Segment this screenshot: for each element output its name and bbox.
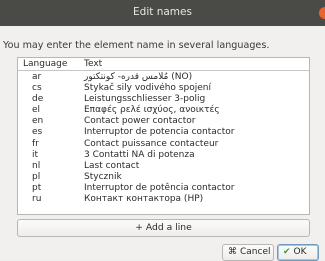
cell-text[interactable]: Контакт контактора (НР) (84, 194, 203, 205)
ok-label: OK (293, 247, 307, 257)
cell-text[interactable]: مُلامس قدره- كونتكتور (NO) (84, 72, 192, 83)
table-header: Language Text (18, 58, 309, 71)
table-row[interactable]: it 3 Contatti NA di potenza (18, 150, 309, 161)
dialog-footer: ⌘ Cancel ✔ OK (0, 241, 325, 261)
cell-text[interactable]: Επαφές ρελέ ισχύος, ανοικτές (84, 105, 220, 116)
table-row[interactable]: de Leistungsschliesser 3-polig (18, 94, 309, 105)
cell-text[interactable]: Stykač sily vodivého spojení (84, 83, 211, 94)
table-row[interactable]: en Contact power contactor (18, 116, 309, 127)
cell-language: el (32, 105, 41, 116)
title-bar: Edit names (0, 0, 325, 26)
cell-text[interactable]: Contact power contactor (84, 116, 195, 127)
cancel-button[interactable]: ⌘ Cancel (222, 244, 274, 261)
cell-language: es (32, 127, 43, 138)
checkmark-icon: ✔ (283, 247, 291, 257)
window-title: Edit names (133, 6, 192, 18)
table-row[interactable]: el Επαφές ρελέ ισχύος, ανοικτές (18, 105, 309, 116)
add-line-button[interactable]: + Add a line (17, 219, 310, 237)
intro-text: You may enter the element name in severa… (3, 40, 270, 51)
cell-language: ru (32, 194, 42, 205)
cell-language: pl (32, 171, 41, 182)
table-row[interactable]: cs Stykač sily vodivého spojení (18, 83, 309, 94)
close-icon[interactable] (319, 7, 325, 19)
cell-text[interactable]: Leistungsschliesser 3-polig (84, 94, 205, 105)
cancel-label: Cancel (240, 247, 271, 257)
edit-names-dialog: Edit names You may enter the element nam… (0, 0, 325, 261)
cell-language: it (32, 149, 39, 160)
table-row[interactable]: nl Last contact (18, 161, 309, 172)
ok-button[interactable]: ✔ OK (277, 244, 319, 261)
cell-text[interactable]: 3 Contatti NA di potenza (84, 150, 195, 161)
cell-text[interactable]: Last contact (84, 161, 139, 172)
cell-language: de (32, 94, 44, 105)
table-row[interactable]: pt Interruptor de potência contactor (18, 183, 309, 194)
table-row[interactable]: fr Contact puissance contacteur (18, 139, 309, 150)
cell-language: nl (32, 160, 41, 171)
cancel-icon: ⌘ (228, 247, 237, 257)
table-row[interactable]: es Interruptor de potencia contactor (18, 127, 309, 138)
column-header-text[interactable]: Text (84, 59, 102, 69)
cell-language: fr (32, 138, 39, 149)
table-row[interactable]: ru Контакт контактора (НР) (18, 194, 309, 205)
table-row[interactable]: pl Stycznik (18, 172, 309, 183)
cell-text[interactable]: Contact puissance contacteur (84, 139, 218, 150)
table-row[interactable]: ar مُلامس قدره- كونتكتور (NO) (18, 72, 309, 83)
cell-text[interactable]: Stycznik (84, 172, 122, 183)
cell-language: pt (32, 182, 42, 193)
cell-language: cs (32, 83, 42, 94)
column-header-language[interactable]: Language (23, 59, 67, 69)
names-table: Language Text ar مُلامس قدره- كونتكتور (N… (17, 57, 310, 215)
cell-language: en (32, 116, 44, 127)
cell-language: ar (32, 72, 42, 82)
cell-text[interactable]: Interruptor de potencia contactor (84, 127, 235, 138)
table-body: ar مُلامس قدره- كونتكتور (NO) cs Stykač si… (18, 72, 309, 205)
cell-text[interactable]: Interruptor de potência contactor (84, 183, 235, 194)
